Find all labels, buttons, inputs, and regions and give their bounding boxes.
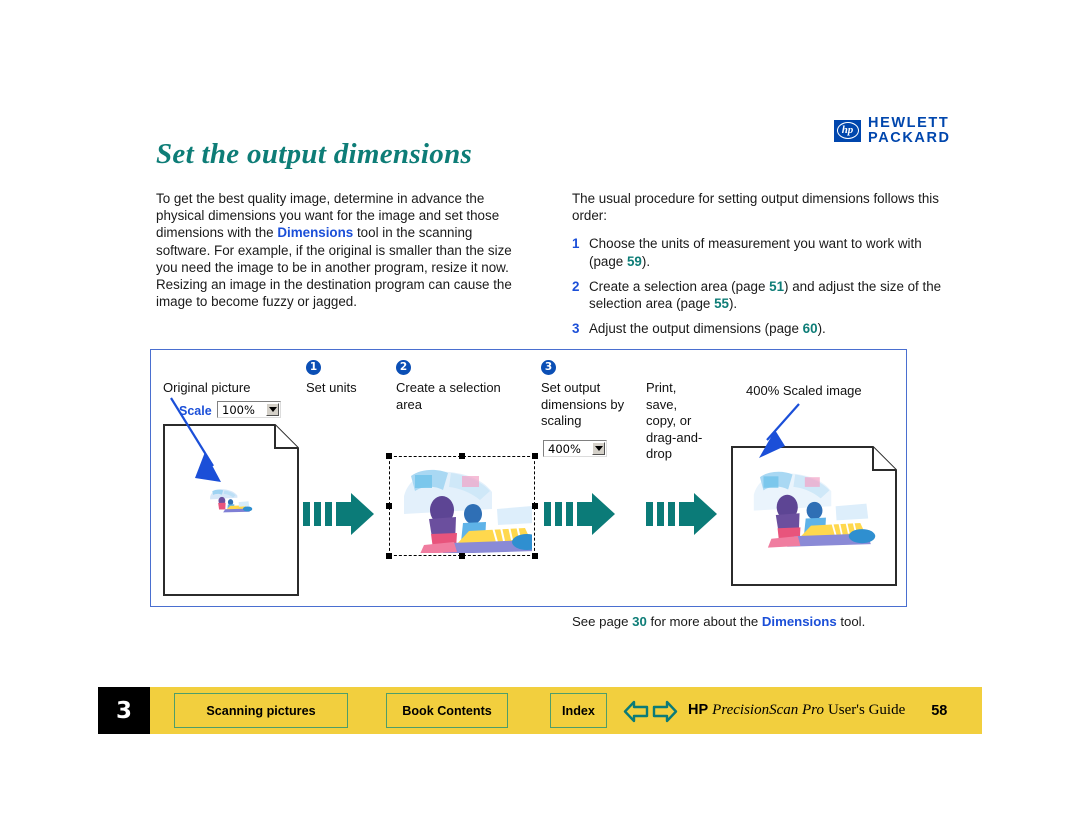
- page-number: 58: [931, 702, 948, 719]
- selection-handle[interactable]: [386, 453, 392, 459]
- footer-nav-arrows: [623, 699, 678, 723]
- selection-area[interactable]: [386, 453, 538, 559]
- scaled-document-sheet: [731, 446, 897, 586]
- footnote-page-ref: 30: [632, 614, 647, 629]
- output-scale-dropdown[interactable]: 400%: [543, 440, 607, 457]
- page-reference: 51: [769, 278, 785, 294]
- selection-handle[interactable]: [532, 503, 538, 509]
- hp-logo-mark-icon: hp: [834, 119, 861, 142]
- list-item: 2 Create a selection area (page 51) and …: [572, 278, 944, 312]
- diagram-label-print-save: Print, save, copy, or drag-and-drop: [646, 380, 703, 461]
- step-number: 2: [572, 278, 580, 294]
- page-reference-2: 55: [714, 296, 729, 312]
- step-text: Adjust the output dimensions (page: [589, 321, 803, 337]
- hp-logo-mark-text: hp: [841, 124, 854, 137]
- forward-arrow-icon[interactable]: [652, 699, 678, 723]
- teal-block-arrow-icon: [544, 493, 615, 535]
- selection-handle[interactable]: [459, 553, 465, 559]
- guide-suffix: User's Guide: [827, 702, 906, 718]
- selection-handle[interactable]: [386, 503, 392, 509]
- chevron-down-icon[interactable]: [266, 403, 279, 416]
- footer-button-book-contents[interactable]: Book Contents: [386, 693, 508, 728]
- footer-navbar: Scanning pictures Book Contents Index HP…: [150, 687, 982, 734]
- page-footer: 3 Scanning pictures Book Contents Index …: [98, 687, 982, 734]
- step-text-end: ).: [817, 321, 826, 337]
- step-number: 3: [572, 321, 580, 337]
- product-guide-label: HP PrecisionScan Pro User's Guide: [688, 702, 905, 719]
- output-scale-dropdown-value: 400%: [548, 441, 581, 456]
- list-item: 1 Choose the units of measurement you wa…: [572, 235, 944, 269]
- step-badge-3: 3: [541, 360, 556, 375]
- blue-pointer-arrow-icon: [170, 397, 221, 482]
- diagram-label-set-units: Set units: [306, 380, 357, 395]
- teal-block-arrow-icon: [303, 493, 374, 535]
- back-arrow-icon[interactable]: [623, 699, 649, 723]
- guide-product: PrecisionScan Pro: [712, 702, 824, 718]
- footnote: See page 30 for more about the Dimension…: [572, 614, 865, 629]
- hp-logo: hp HEWLETT PACKARD: [834, 116, 951, 146]
- step-text-end: ).: [641, 253, 651, 269]
- page-reference: 59: [626, 253, 642, 269]
- list-item: 3 Adjust the output dimensions (page 60)…: [572, 320, 944, 337]
- hp-logo-line1: HEWLETT: [868, 115, 950, 131]
- selection-handle[interactable]: [532, 453, 538, 459]
- chapter-number: 3: [98, 687, 150, 734]
- selection-handle[interactable]: [386, 553, 392, 559]
- diagram-label-set-output: Set output dimensions by scaling: [541, 380, 625, 428]
- footer-button-scanning-pictures[interactable]: Scanning pictures: [174, 693, 348, 728]
- hp-logo-wordmark: HEWLETT PACKARD: [868, 116, 951, 146]
- footnote-text-before: See page: [572, 614, 633, 629]
- chevron-down-icon[interactable]: [592, 442, 605, 455]
- footnote-text-after: tool.: [836, 614, 866, 629]
- teal-block-arrow-icon: [646, 493, 717, 535]
- step-text: Create a selection area (page: [589, 278, 770, 294]
- step-number: 1: [572, 236, 580, 252]
- step-text-end: ).: [728, 296, 738, 312]
- procedure-intro: The usual procedure for setting output d…: [572, 191, 939, 224]
- page-reference: 60: [802, 321, 818, 337]
- guide-brand: HP: [688, 702, 709, 718]
- footnote-term: Dimensions: [761, 614, 837, 629]
- procedure-list: 1 Choose the units of measurement you wa…: [572, 235, 944, 337]
- diagram-label-scaled-image: 400% Scaled image: [746, 383, 862, 398]
- dimensions-term: Dimensions: [277, 225, 354, 241]
- footer-button-index[interactable]: Index: [550, 693, 607, 728]
- hp-logo-line2: PACKARD: [868, 129, 951, 146]
- selection-handle[interactable]: [459, 453, 465, 459]
- page-title: Set the output dimensions: [156, 138, 473, 170]
- workflow-diagram: Original picture 1 Set units 2 Create a …: [150, 349, 907, 607]
- manual-page: hp HEWLETT PACKARD Set the output dimens…: [0, 0, 1080, 834]
- footnote-text-mid: for more about the: [646, 614, 762, 629]
- diagram-label-create-selection: Create a selection area: [396, 380, 501, 412]
- right-column: The usual procedure for setting output d…: [572, 190, 944, 345]
- selection-handle[interactable]: [532, 553, 538, 559]
- left-column: To get the best quality image, determine…: [156, 190, 528, 310]
- step-badge-2: 2: [396, 360, 411, 375]
- blue-pointer-arrow-icon: [759, 403, 800, 458]
- step-badge-1: 1: [306, 360, 321, 375]
- selection-thumbnail-image: [392, 459, 532, 553]
